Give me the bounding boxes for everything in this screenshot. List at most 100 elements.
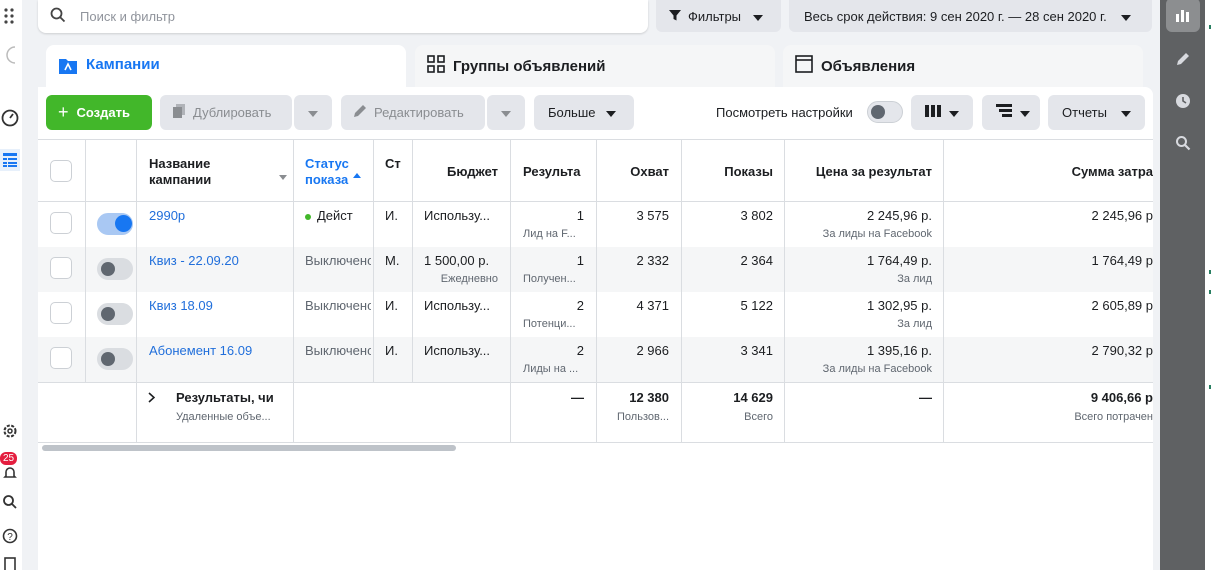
- ads-manager-table-icon[interactable]: [0, 149, 20, 171]
- campaign-name-link[interactable]: Квиз - 22.09.20: [149, 253, 289, 268]
- help-icon[interactable]: ?: [0, 525, 20, 547]
- chevron-down-icon: [605, 105, 616, 120]
- column-header-budget[interactable]: Бюджет: [414, 164, 498, 180]
- column-header-results[interactable]: Результа: [523, 164, 595, 180]
- totals-amount-spent-sub: Всего потрачен: [1074, 411, 1153, 423]
- campaign-results-sub: Лиды на ...: [523, 363, 579, 375]
- horizontal-scrollbar[interactable]: [42, 445, 456, 451]
- grid-icon: [427, 55, 445, 77]
- totals-divider: [38, 382, 1153, 383]
- campaign-reach: 4 371: [636, 298, 669, 313]
- campaign-results: 1: [576, 253, 584, 268]
- campaign-status: Выключено: [305, 343, 371, 358]
- campaign-budget: Использу...: [424, 208, 491, 223]
- campaign-reach: 2 966: [636, 343, 669, 358]
- pencil-icon[interactable]: [1166, 42, 1200, 76]
- breakdown-button[interactable]: [982, 95, 1040, 130]
- column-divider: [681, 140, 682, 442]
- select-all-checkbox[interactable]: [50, 160, 72, 182]
- campaign-toggle[interactable]: [97, 303, 133, 325]
- column-divider: [373, 140, 374, 382]
- view-settings-toggle[interactable]: [867, 101, 903, 123]
- row-checkbox[interactable]: [50, 257, 72, 279]
- breakdown-icon: [996, 104, 1012, 121]
- column-header-status-line1: Статус: [305, 156, 349, 171]
- search-bar[interactable]: Поиск и фильтр: [38, 0, 648, 33]
- column-header-name[interactable]: Название кампании: [149, 156, 289, 188]
- sort-ascending-icon[interactable]: [353, 166, 361, 181]
- filters-button[interactable]: Фильтры: [656, 0, 781, 32]
- left-nav: 25 ?: [0, 0, 22, 570]
- campaign-toggle[interactable]: [97, 258, 133, 280]
- campaign-amount-spent: 1 764,49 р: [1091, 253, 1153, 268]
- column-header-cost-per-result[interactable]: Цена за результат: [788, 164, 932, 180]
- campaign-toggle[interactable]: [97, 348, 133, 370]
- campaign-cost-per-result-sub: За лид: [897, 273, 932, 285]
- tab-ads[interactable]: Объявления: [783, 45, 1143, 87]
- gear-icon[interactable]: [0, 420, 20, 442]
- report-icon[interactable]: [0, 553, 20, 570]
- column-header-strategy[interactable]: Ст: [385, 156, 407, 172]
- column-divider: [943, 140, 944, 442]
- chevron-down-icon: [1020, 105, 1030, 120]
- row-checkbox[interactable]: [50, 302, 72, 324]
- campaign-status: Дейст: [305, 208, 371, 223]
- campaigns-panel: + Создать Дублировать Редактировать Боль…: [38, 87, 1153, 570]
- zoom-search-icon[interactable]: [1166, 126, 1200, 160]
- totals-reach-sub: Пользов...: [617, 411, 669, 423]
- reports-button[interactable]: Отчеты: [1048, 95, 1145, 130]
- campaign-strategy: И.: [385, 298, 398, 313]
- column-header-status[interactable]: Статус показа: [305, 156, 353, 188]
- campaign-name-link[interactable]: Квиз 18.09: [149, 298, 289, 313]
- tab-ad-sets[interactable]: Группы объявлений: [415, 45, 775, 87]
- date-range-button[interactable]: Весь срок действия: 9 сен 2020 г. — 28 с…: [789, 0, 1152, 32]
- campaign-budget: Использу...: [424, 298, 491, 313]
- bell-icon[interactable]: [0, 462, 20, 484]
- totals-impressions: 14 629: [733, 390, 773, 405]
- status-text: Дейст: [317, 208, 353, 223]
- clock-icon[interactable]: [1166, 84, 1200, 118]
- edit-button[interactable]: Редактировать: [341, 95, 485, 130]
- campaign-results-sub: Потенци...: [523, 318, 576, 330]
- campaign-cost-per-result: 1 764,49 р.: [866, 253, 932, 268]
- more-label: Больше: [548, 105, 596, 120]
- campaign-budget: 1 500,00 р.: [424, 253, 490, 268]
- column-divider: [784, 140, 785, 442]
- chevron-down-icon: [1120, 9, 1131, 24]
- campaign-results: 1: [576, 208, 584, 223]
- campaign-name-link[interactable]: 2990р: [149, 208, 289, 223]
- campaign-toggle[interactable]: [97, 213, 133, 235]
- totals-results: —: [571, 390, 584, 405]
- account-icon[interactable]: [0, 44, 20, 66]
- sort-icon[interactable]: [279, 168, 287, 183]
- create-button[interactable]: + Создать: [46, 95, 152, 130]
- search-icon[interactable]: [0, 491, 20, 513]
- column-divider: [596, 140, 597, 442]
- campaign-strategy: М.: [385, 253, 400, 268]
- edit-dropdown-button[interactable]: [487, 95, 525, 130]
- column-header-reach[interactable]: Охват: [598, 164, 669, 180]
- dashboard-icon[interactable]: [0, 107, 20, 129]
- more-button[interactable]: Больше: [534, 95, 634, 130]
- columns-button[interactable]: [911, 95, 973, 130]
- search-input[interactable]: Поиск и фильтр: [80, 9, 175, 24]
- column-header-name-line2: кампании: [149, 172, 212, 187]
- tab-label: Группы объявлений: [453, 57, 606, 75]
- row-checkbox[interactable]: [50, 212, 72, 234]
- apps-grid-icon[interactable]: [0, 5, 20, 27]
- campaign-results: 2: [576, 343, 584, 358]
- duplicate-button[interactable]: Дублировать: [160, 95, 292, 130]
- chevron-right-icon[interactable]: [148, 391, 155, 406]
- bar-chart-icon[interactable]: [1166, 0, 1200, 32]
- row-checkbox[interactable]: [50, 347, 72, 369]
- campaign-cost-per-result-sub: За лиды на Facebook: [822, 228, 932, 240]
- campaign-results-sub: Получен...: [523, 273, 576, 285]
- campaign-results: 2: [576, 298, 584, 313]
- window-edge: [1205, 0, 1215, 570]
- campaign-cost-per-result: 1 302,95 р.: [866, 298, 932, 313]
- column-header-impressions[interactable]: Показы: [684, 164, 773, 180]
- campaign-name-link[interactable]: Абонемент 16.09: [149, 343, 289, 358]
- column-header-amount-spent[interactable]: Сумма затра: [958, 164, 1153, 180]
- pencil-icon: [353, 104, 367, 121]
- duplicate-dropdown-button[interactable]: [294, 95, 332, 130]
